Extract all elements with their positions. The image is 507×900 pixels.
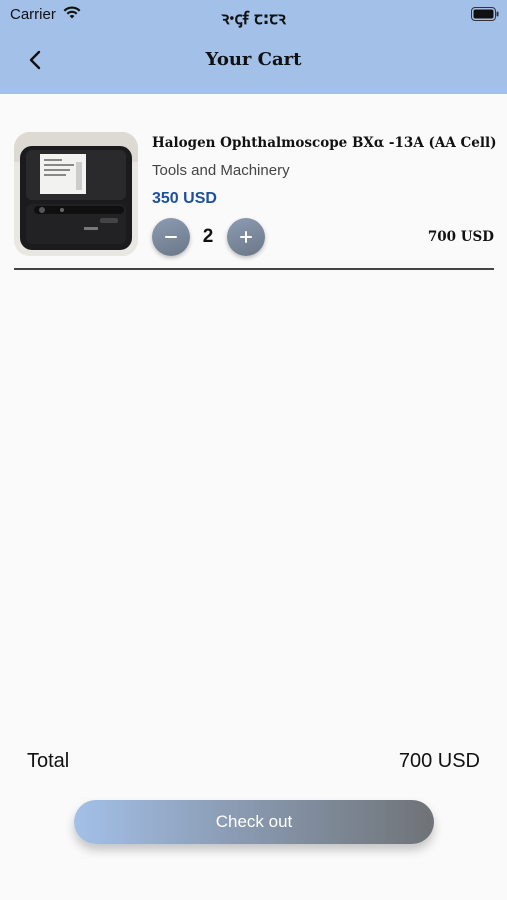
- plus-icon: [240, 231, 252, 243]
- product-image[interactable]: [14, 132, 138, 256]
- status-bar: Carrier ꝛꞏꞔꞙ ꞇ꞉ꞇꝛ: [0, 0, 507, 30]
- checkout-button[interactable]: Check out: [74, 800, 434, 844]
- total-value: 700 USD: [398, 750, 480, 772]
- line-total: 700 USD: [427, 229, 494, 245]
- app-header: Carrier ꝛꞏꞔꞙ ꞇ꞉ꞇꝛ Your Cart: [0, 0, 507, 94]
- product-category: Tools and Machinery: [152, 162, 290, 179]
- product-price: 350 USD: [152, 190, 217, 207]
- cart-item: Halogen Ophthalmoscope BXα -13A (AA Cell…: [14, 118, 497, 270]
- battery-icon: [471, 7, 499, 21]
- status-clock: ꝛꞏꞔꞙ ꞇ꞉ꞇꝛ: [221, 9, 286, 29]
- quantity-value: 2: [202, 226, 214, 247]
- increase-quantity-button[interactable]: [227, 218, 265, 256]
- checkout-button-label: Check out: [215, 812, 293, 831]
- product-name[interactable]: Halogen Ophthalmoscope BXα -13A (AA Cell…: [152, 135, 497, 151]
- page-title: Your Cart: [205, 49, 302, 70]
- minus-icon: [165, 236, 177, 238]
- total-label: Total: [27, 750, 70, 772]
- decrease-quantity-button[interactable]: [152, 218, 190, 256]
